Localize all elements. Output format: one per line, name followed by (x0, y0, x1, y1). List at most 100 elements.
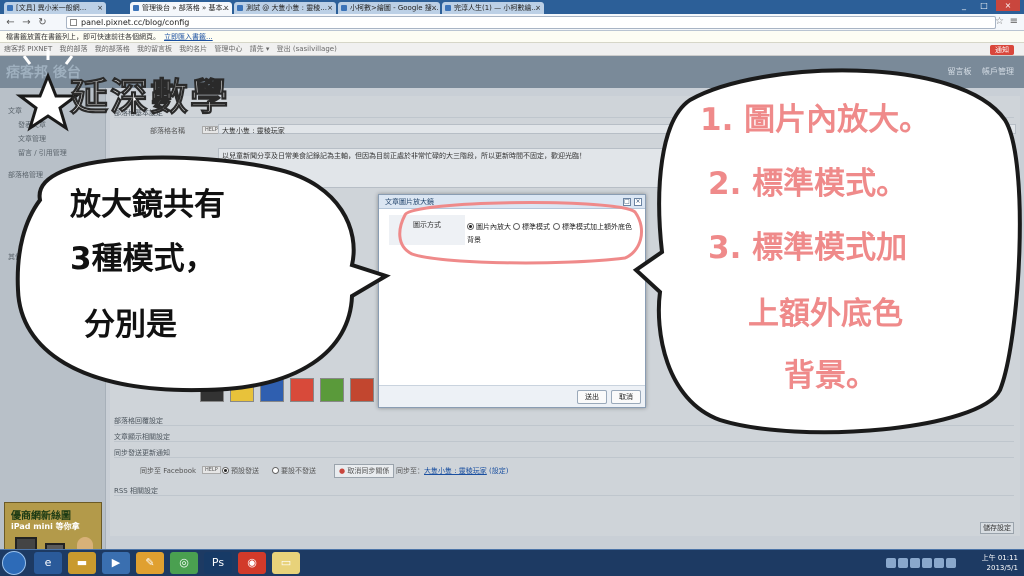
ad-title: 優商網新絲圖 (11, 511, 71, 522)
favicon-icon (7, 5, 13, 11)
tray-icon[interactable] (934, 558, 944, 568)
nav-item[interactable]: 管理中心 (214, 45, 242, 53)
nav-item[interactable]: 痞客邦 PIXNET (4, 45, 52, 53)
sidebar-item-comments[interactable]: 留言 / 引用管理 (18, 148, 67, 158)
blog-name-label: 部落格名稱 (150, 127, 185, 135)
start-button[interactable] (2, 551, 26, 575)
radio-icon (513, 223, 520, 230)
tray-icon[interactable] (910, 558, 920, 568)
dialog-maximize-icon[interactable]: □ (623, 198, 631, 206)
tray-icon[interactable] (898, 558, 908, 568)
page-icon (70, 19, 77, 26)
close-tab-icon[interactable]: × (97, 2, 103, 14)
header-link-guestbook[interactable]: 留言板 (947, 67, 971, 76)
maximize-icon[interactable]: □ (976, 0, 992, 11)
thumbnail[interactable] (200, 378, 224, 402)
help-badge[interactable]: HELP (202, 466, 221, 474)
close-window-icon[interactable]: × (996, 0, 1020, 11)
nav-item[interactable]: 登出 (sasilvillage) (277, 45, 337, 53)
folder-icon[interactable]: ▬ (68, 552, 96, 574)
option-standard[interactable]: 標準模式 (513, 222, 550, 232)
fb-option-no-send[interactable]: 要設不發送 (272, 466, 316, 476)
blog-description-text: 以兒童新聞分享及日常美食記錄記為主軸，但因為目前正處於非常忙碌的大三階段，所以更… (222, 152, 586, 160)
import-bookmarks-link[interactable]: 立即匯入書籤... (164, 33, 213, 41)
dialog-close-icon[interactable]: × (634, 198, 642, 206)
right-bubble-line: 背景。 (784, 358, 877, 394)
tray-icon[interactable] (886, 558, 896, 568)
radio-icon (553, 223, 560, 230)
sync-target-link[interactable]: 大隻小隻 : 靈稜玩家 (424, 467, 487, 475)
cancel-button[interactable]: 取消 (611, 390, 641, 404)
reload-icon[interactable]: ↻ (36, 16, 49, 29)
right-bubble-line: 2. 標準模式。 (708, 166, 908, 202)
thumbnail[interactable] (260, 378, 284, 402)
thumbnail[interactable] (290, 378, 314, 402)
left-bubble-line: 放大鏡共有 (70, 187, 225, 223)
dialog-title: 文章圖片放大鏡 (385, 198, 434, 206)
browser-tab[interactable]: 小柯數>繪圖 - Google 搜... × (338, 2, 440, 14)
media-player-icon[interactable]: ▶ (102, 552, 130, 574)
thumbnail[interactable] (230, 378, 254, 402)
browser-tab-strip: [文具] 異小米一般網... × 管理後台 » 部落格 » 基本... × 測試 @… (0, 0, 1024, 14)
nav-item[interactable]: 我的部落格 (95, 45, 130, 53)
sidebar-item-post[interactable]: 發表文章 (18, 120, 46, 130)
notes-icon[interactable]: ▭ (272, 552, 300, 574)
sidebar-section-blog[interactable]: 部落格管理 (8, 170, 43, 180)
browser-tab[interactable]: 完淳人生(1) — 小柯數繪... × (442, 2, 544, 14)
fb-option-default-send[interactable]: 預設發送 (222, 466, 259, 476)
magnifier-dialog: 文章圖片放大鏡 □ × 圖示方式 圖片內放大 標準模式 標準模式加上額外底色 背… (378, 194, 646, 408)
display-mode-label: 圖示方式 (389, 215, 465, 245)
app-icon[interactable]: ◉ (238, 552, 266, 574)
header-link-account[interactable]: 帳戶管理 (982, 67, 1014, 76)
radio-icon (222, 467, 229, 474)
nav-item[interactable]: 我的部落 (59, 45, 87, 53)
section-sync-settings[interactable]: 同步發送更新通知 (114, 448, 1014, 458)
close-tab-icon[interactable]: × (223, 2, 229, 14)
close-tab-icon[interactable]: × (431, 2, 437, 14)
sidebar-section-other[interactable]: 其他 (8, 252, 22, 262)
facebook-sync-label: 同步至 Facebook (140, 467, 197, 475)
ie-icon[interactable]: e (34, 552, 62, 574)
section-rss-settings[interactable]: RSS 相關設定 (114, 486, 1014, 496)
section-display-settings[interactable]: 文章顯示相關設定 (114, 432, 1014, 442)
nav-item[interactable]: 我的名片 (179, 45, 207, 53)
thumbnail[interactable] (320, 378, 344, 402)
option-standard-bg[interactable]: 標準模式加上額外底色 (553, 222, 632, 232)
header-links: 留言板 帳戶管理 (939, 66, 1014, 77)
forward-icon[interactable]: → (20, 16, 33, 29)
browser-tab[interactable]: 測試 @ 大隻小隻 : 靈稜... × (234, 2, 336, 14)
notification-badge[interactable]: 通知 16 (990, 45, 1014, 64)
right-bubble-line: 1. 圖片內放大。 (700, 102, 931, 138)
chrome-icon[interactable]: ◎ (170, 552, 198, 574)
dialog-header: 文章圖片放大鏡 □ × (379, 195, 645, 209)
favicon-icon (133, 5, 139, 11)
paint-icon[interactable]: ✎ (136, 552, 164, 574)
back-icon[interactable]: ← (4, 16, 17, 29)
right-bubble-line: 3. 標準模式加 (708, 230, 908, 266)
nav-item[interactable]: 我的留言板 (137, 45, 172, 53)
clock[interactable]: 上午 01:11 2013/5/1 (982, 553, 1018, 573)
tray-icon[interactable] (922, 558, 932, 568)
nav-item[interactable]: 請先 ▾ (250, 45, 270, 53)
tray-icon[interactable] (946, 558, 956, 568)
submit-button[interactable]: 送出 (577, 390, 607, 404)
save-settings-button[interactable]: 儲存設定 (980, 522, 1014, 534)
close-tab-icon[interactable]: × (327, 2, 333, 14)
close-tab-icon[interactable]: × (535, 2, 541, 14)
dialog-footer: 送出 取消 (379, 385, 645, 407)
option-inside-zoom[interactable]: 圖片內放大 (467, 222, 511, 232)
sidebar-item-manage[interactable]: 文章管理 (18, 134, 46, 144)
bookmark-star-icon[interactable]: ☆ (995, 16, 1004, 27)
browser-tab-active[interactable]: 管理後台 » 部落格 » 基本... × (130, 2, 232, 14)
minimize-icon[interactable]: _ (956, 0, 972, 11)
wrench-icon[interactable]: ≡ (1010, 16, 1018, 27)
section-reply-settings[interactable]: 部落格回覆設定 (114, 416, 1014, 426)
clock-date: 2013/5/1 (986, 564, 1018, 572)
sync-settings-link[interactable]: (設定) (489, 467, 508, 475)
thumbnail[interactable] (350, 378, 374, 402)
photoshop-icon[interactable]: Ps (204, 552, 232, 574)
address-bar[interactable]: panel.pixnet.cc/blog/config (66, 16, 996, 29)
cancel-sync-button[interactable]: ● 取消同步關係 (334, 464, 395, 478)
sidebar-section-articles[interactable]: 文章 (8, 106, 22, 116)
browser-tab[interactable]: [文具] 異小米一般網... × (4, 2, 106, 14)
